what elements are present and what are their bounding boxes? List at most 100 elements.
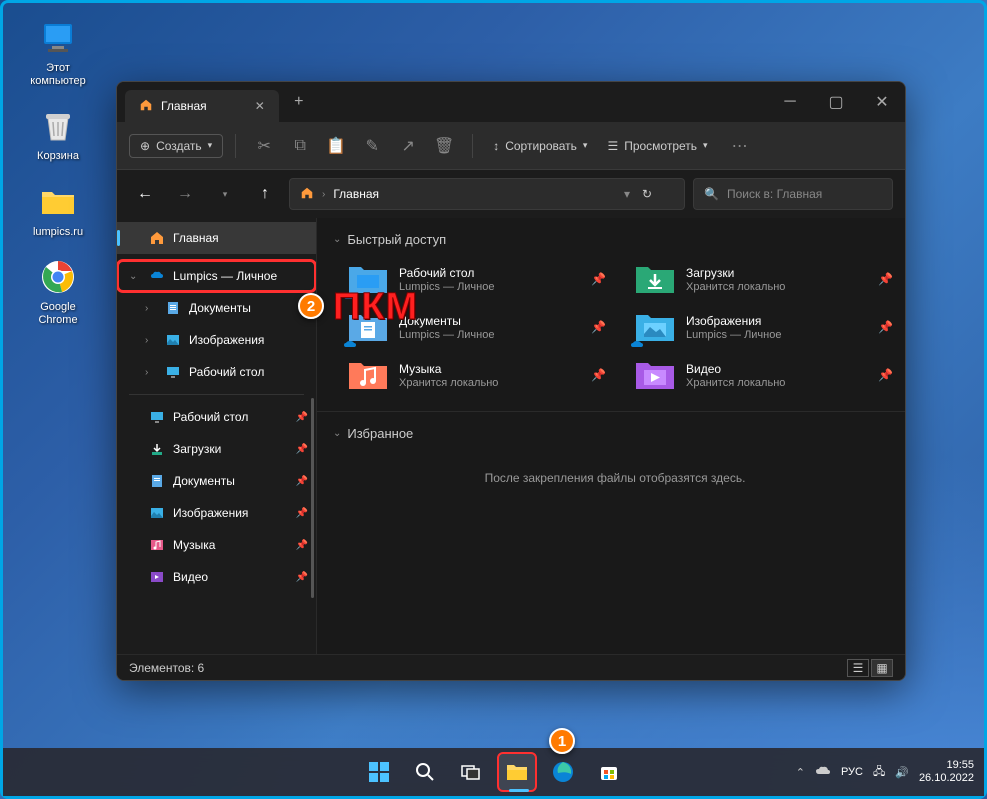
network-icon[interactable]: 🖧: [873, 763, 885, 782]
share-icon: ↗: [402, 136, 415, 156]
taskbar-edge[interactable]: [543, 752, 583, 792]
chevron-right-icon[interactable]: ›: [145, 303, 157, 314]
sidebar-quick-pictures[interactable]: Изображения 📌: [117, 497, 316, 529]
share-button[interactable]: ↗: [392, 130, 424, 162]
pin-icon: 📌: [878, 320, 893, 334]
separator: [472, 134, 473, 158]
sidebar-quick-downloads[interactable]: Загрузки 📌: [117, 433, 316, 465]
desktop-icon-chrome[interactable]: Google Chrome: [23, 257, 93, 327]
sidebar-item-desktop[interactable]: › Рабочий стол: [117, 356, 316, 388]
pictures-folder-icon: [634, 309, 676, 345]
item-name: Загрузки: [686, 266, 785, 280]
more-button[interactable]: ⋯: [724, 130, 756, 162]
separator: [235, 134, 236, 158]
item-sub: Хранится локально: [399, 377, 498, 389]
new-button[interactable]: ⊕ Создать ▾: [129, 134, 223, 158]
time-text: 19:55: [919, 759, 974, 772]
sidebar-quick-music[interactable]: Музыка 📌: [117, 529, 316, 561]
pin-icon: 📌: [878, 368, 893, 382]
chevron-down-icon: ▾: [703, 140, 708, 151]
start-button[interactable]: [359, 752, 399, 792]
minimize-button[interactable]: ─: [767, 82, 813, 122]
sidebar-item-label: Изображения: [189, 333, 264, 347]
quick-item-pictures[interactable]: ИзображенияLumpics — Личное 📌: [630, 305, 897, 349]
chevron-right-icon[interactable]: ›: [145, 335, 157, 346]
refresh-button[interactable]: ↻: [642, 187, 674, 201]
sidebar-item-onedrive[interactable]: ⌄ Lumpics — Личное: [117, 260, 316, 292]
search-button[interactable]: [405, 752, 445, 792]
up-button[interactable]: ↑: [249, 178, 281, 210]
chevron-down-icon: ⌄: [333, 428, 341, 439]
rename-button[interactable]: ✎: [356, 130, 388, 162]
desktop-icon-folder-lumpics[interactable]: lumpics.ru: [23, 182, 93, 239]
sidebar-quick-documents[interactable]: Документы 📌: [117, 465, 316, 497]
system-tray: ⌃ РУС 🖧 🔊 19:55 26.10.2022: [796, 759, 974, 785]
pictures-icon: [165, 332, 181, 348]
language-indicator[interactable]: РУС: [841, 766, 863, 778]
details-view-button[interactable]: ☰: [847, 659, 869, 677]
music-folder-icon: [347, 357, 389, 393]
view-button[interactable]: ☰ Просмотреть ▾: [599, 135, 715, 157]
clock[interactable]: 19:55 26.10.2022: [919, 759, 974, 785]
address-bar[interactable]: › Главная ▾ ↻: [289, 178, 685, 210]
cut-icon: ✂: [258, 136, 271, 156]
item-name: Видео: [686, 362, 785, 376]
delete-button[interactable]: 🗑: [428, 130, 460, 162]
maximize-button[interactable]: ▢: [813, 82, 859, 122]
address-text: Главная: [333, 187, 379, 201]
recent-button[interactable]: ▾: [209, 178, 241, 210]
tray-chevron-icon[interactable]: ⌃: [796, 766, 805, 779]
tiles-view-button[interactable]: ▦: [871, 659, 893, 677]
chevron-right-icon[interactable]: ›: [145, 367, 157, 378]
quick-item-downloads[interactable]: ЗагрузкиХранится локально 📌: [630, 257, 897, 301]
close-icon[interactable]: ✕: [255, 99, 265, 113]
sidebar-quick-desktop[interactable]: Рабочий стол 📌: [117, 401, 316, 433]
sidebar-item-home[interactable]: Главная: [117, 222, 316, 254]
desktop-icon-label: Этот компьютер: [30, 62, 85, 88]
task-view-button[interactable]: [451, 752, 491, 792]
annotation-text-rmb: ПКМ: [333, 286, 418, 329]
sidebar-quick-video[interactable]: Видео 📌: [117, 561, 316, 593]
cut-button[interactable]: ✂: [248, 130, 280, 162]
onedrive-tray-icon[interactable]: [815, 765, 831, 780]
taskbar-store[interactable]: [589, 752, 629, 792]
copy-icon: ⧉: [294, 137, 305, 155]
favorites-header[interactable]: ⌄ Избранное: [333, 420, 897, 447]
volume-icon[interactable]: 🔊: [895, 766, 909, 779]
new-tab-button[interactable]: +: [283, 86, 315, 118]
desktop-icon-recycle-bin[interactable]: Корзина: [23, 106, 93, 163]
item-sub: Lumpics — Личное: [686, 329, 781, 341]
chrome-icon: [38, 257, 78, 297]
tab-home[interactable]: Главная ✕: [125, 90, 279, 122]
sort-button[interactable]: ↕ Сортировать ▾: [485, 135, 595, 157]
sidebar-item-label: Lumpics — Личное: [173, 269, 277, 283]
chevron-down-icon[interactable]: ⌄: [129, 271, 141, 282]
toolbar: ⊕ Создать ▾ ✂ ⧉ 📋 ✎ ↗ 🗑 ↕ Сортировать ▾ …: [117, 122, 905, 170]
pin-icon: 📌: [591, 368, 606, 382]
sidebar-item-label: Рабочий стол: [173, 410, 248, 424]
sidebar-item-documents[interactable]: › Документы: [117, 292, 316, 324]
taskbar-file-explorer[interactable]: [497, 752, 537, 792]
quick-access-header[interactable]: ⌄ Быстрый доступ: [333, 226, 897, 253]
date-text: 26.10.2022: [919, 772, 974, 785]
quick-access-grid: Рабочий столLumpics — Личное 📌 ЗагрузкиХ…: [343, 257, 897, 397]
new-label: Создать: [156, 139, 202, 153]
copy-button[interactable]: ⧉: [284, 130, 316, 162]
close-button[interactable]: ✕: [859, 82, 905, 122]
back-button[interactable]: ←: [129, 178, 161, 210]
documents-icon: [149, 473, 165, 489]
content-pane: ⌄ Быстрый доступ Рабочий столLumpics — Л…: [317, 218, 905, 654]
pin-icon: 📌: [296, 508, 308, 519]
paste-button[interactable]: 📋: [320, 130, 352, 162]
search-input[interactable]: 🔍 Поиск в: Главная: [693, 178, 893, 210]
forward-button[interactable]: →: [169, 178, 201, 210]
annotation-badge-1: 1: [549, 728, 575, 754]
folder-icon: [38, 182, 78, 222]
quick-item-video[interactable]: ВидеоХранится локально 📌: [630, 353, 897, 397]
chevron-down-icon[interactable]: ▾: [624, 187, 630, 201]
desktop-icon-this-pc[interactable]: Этот компьютер: [23, 18, 93, 88]
desktop-icon-label: Корзина: [37, 150, 79, 163]
sidebar-item-pictures[interactable]: › Изображения: [117, 324, 316, 356]
video-icon: [149, 569, 165, 585]
quick-item-music[interactable]: МузыкаХранится локально 📌: [343, 353, 610, 397]
